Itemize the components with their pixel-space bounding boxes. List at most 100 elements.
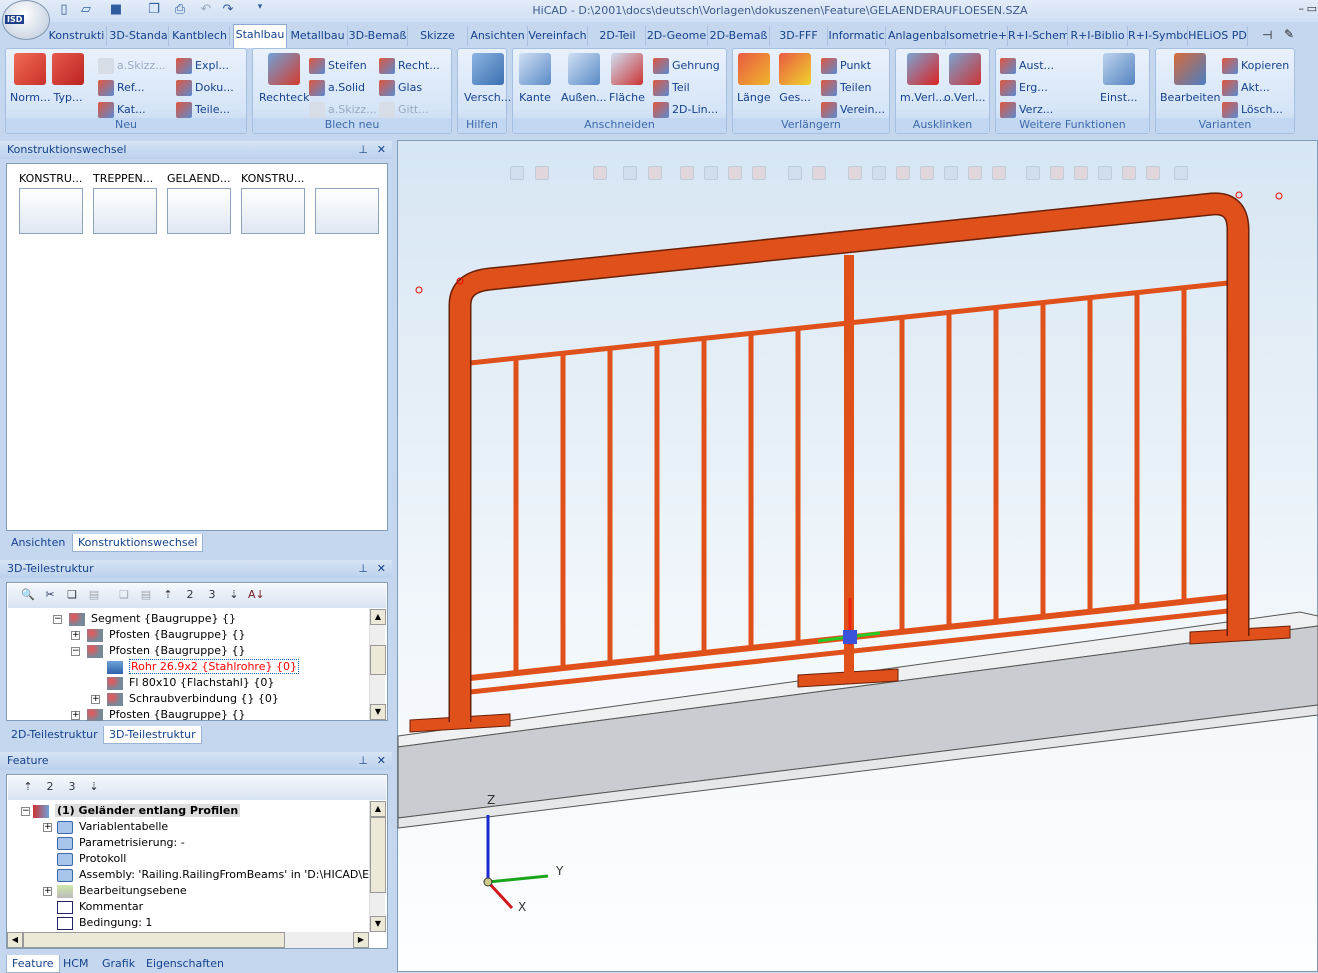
ribbon-button-anschneiden-2[interactable]: Fläche <box>609 53 645 104</box>
manipulator-handle[interactable] <box>843 630 857 644</box>
tab-grafik[interactable]: Grafik <box>97 955 140 973</box>
ribbon-small-button-varianten-0[interactable]: Kopieren <box>1222 58 1289 74</box>
ribbon-button-anschneiden-0[interactable]: Kante <box>519 53 551 104</box>
feature-node[interactable]: Bearbeitungsebene <box>57 883 187 899</box>
expand-all-icon[interactable]: ⇣ <box>86 780 102 796</box>
tab-3d-standa[interactable]: 3D-Standa <box>109 26 169 46</box>
tab-r-i-schem[interactable]: R+I-Schem <box>1008 26 1068 46</box>
ribbon-small-button-neu-3[interactable]: Expl... <box>176 58 229 74</box>
tab-konstrukti[interactable]: Konstrukti <box>47 26 107 46</box>
tree-scrollbar[interactable]: ▲ ▼ <box>369 609 386 720</box>
expand-toggle[interactable]: + <box>43 887 52 896</box>
tab-skizze[interactable]: Skizze <box>408 26 468 46</box>
minimize-button[interactable]: – <box>1299 2 1305 15</box>
tab-anlagenba[interactable]: Anlagenba <box>888 26 946 46</box>
tree-node[interactable]: Fl 80x10 {Flachstahl} {0} <box>107 675 274 691</box>
ribbon-button-verlaengern-1[interactable]: Ges... <box>779 53 811 104</box>
collapse-all-icon[interactable]: ⇡ <box>160 588 176 604</box>
scroll-thumb[interactable] <box>370 817 386 893</box>
tree-node[interactable]: Pfosten {Baugruppe} {} <box>87 627 245 643</box>
tab-eigenschaften[interactable]: Eigenschaften <box>141 955 229 973</box>
print-icon[interactable]: ⎙ <box>172 2 188 18</box>
ribbon-button-weitere-0[interactable]: Einst... <box>1100 53 1138 104</box>
scroll-up-button[interactable]: ▲ <box>370 801 386 817</box>
scene-thumbnail[interactable] <box>315 172 381 234</box>
scroll-right-button[interactable]: ▶ <box>353 932 369 948</box>
expand-toggle[interactable]: + <box>43 823 52 832</box>
feature-node[interactable]: Variablentabelle <box>57 819 168 835</box>
ribbon-small-button-blech-3[interactable]: Recht... <box>379 58 440 74</box>
expand-toggle[interactable]: − <box>53 615 62 624</box>
tab-2d-geome[interactable]: 2D-Geome <box>646 26 708 46</box>
collapse-all-icon[interactable]: ⇡ <box>20 780 36 796</box>
tree-node[interactable]: Schraubverbindung {} {0} <box>107 691 279 707</box>
level-3-icon[interactable]: 3 <box>204 588 220 604</box>
tab-r-i-symbo[interactable]: R+I-Symbo <box>1128 26 1188 46</box>
ribbon-small-button-weitere-2[interactable]: Verz... <box>1000 102 1053 118</box>
copy-special-icon[interactable]: ❏ <box>116 588 132 604</box>
tab-stahlbau[interactable]: Stahlbau <box>233 24 287 48</box>
window-icon[interactable]: ❐ <box>146 2 162 18</box>
expand-toggle[interactable]: + <box>71 631 80 640</box>
feature-node[interactable]: Parametrisierung: - <box>57 835 185 851</box>
ribbon-small-button-blech-2[interactable]: a.Skizz... <box>309 102 377 118</box>
tree-node[interactable]: Rohr 26.9x2 {Stahlrohre} {0} <box>107 659 299 675</box>
3d-viewport[interactable]: Z Y X <box>397 140 1318 972</box>
tab-vereinfach[interactable]: Vereinfach <box>528 26 588 46</box>
tab-feature[interactable]: Feature <box>6 955 60 973</box>
ribbon-small-button-neu-4[interactable]: Doku... <box>176 80 234 96</box>
ribbon-button-anschneiden-1[interactable]: Außen... <box>561 53 607 104</box>
tab-informatic[interactable]: Informatic <box>828 26 886 46</box>
tab-metallbau[interactable]: Metallbau <box>288 26 348 46</box>
tab-ansichten[interactable]: Ansichten <box>468 26 528 46</box>
scroll-down-button[interactable]: ▼ <box>370 916 386 932</box>
ribbon-small-button-neu-0[interactable]: a.Skizz... <box>98 58 166 74</box>
ribbon-small-button-blech-0[interactable]: Steifen <box>309 58 367 74</box>
feature-node[interactable]: Protokoll <box>57 851 126 867</box>
feature-node[interactable]: Bedingung: 1 <box>57 915 152 931</box>
tab-isometrie-[interactable]: Isometrie+ <box>946 26 1008 46</box>
undo-icon[interactable]: ↶ <box>198 2 214 18</box>
scene-thumbnail[interactable]: KONSTRU... <box>241 172 307 234</box>
close-icon[interactable]: ✕ <box>377 560 386 578</box>
tab-ansichten[interactable]: Ansichten <box>6 534 70 552</box>
ribbon-small-button-anschneiden-1[interactable]: Teil <box>653 80 690 96</box>
pin-icon[interactable]: ⊥ <box>358 752 368 770</box>
ribbon-button-verlaengern-0[interactable]: Länge <box>737 53 771 104</box>
scroll-thumb[interactable] <box>370 645 386 675</box>
ribbon-small-button-blech-4[interactable]: Glas <box>379 80 422 96</box>
open-folder-icon[interactable]: ▱ <box>78 2 94 18</box>
ribbon-small-button-neu-1[interactable]: Ref... <box>98 80 144 96</box>
tab-r-i-biblio[interactable]: R+I-Biblio <box>1068 26 1128 46</box>
tab-3d-teilestruktur[interactable]: 3D-Teilestruktur <box>103 726 202 744</box>
tab-kantblech[interactable]: Kantblech <box>170 26 230 46</box>
tree-node[interactable]: Pfosten {Baugruppe} {} <box>87 643 245 659</box>
tab-hcm[interactable]: HCM <box>58 955 93 973</box>
ribbon-button-ausklinken-0[interactable]: m.Verl... <box>900 53 946 104</box>
ribbon-small-button-neu-5[interactable]: Teile... <box>176 102 230 118</box>
ribbon-small-button-anschneiden-0[interactable]: Gehrung <box>653 58 720 74</box>
expand-toggle[interactable]: + <box>71 711 80 720</box>
railing-model[interactable] <box>397 140 1318 972</box>
feature-root[interactable]: (1) Geländer entlang Profilen <box>33 803 241 819</box>
expand-toggle[interactable]: + <box>91 695 100 704</box>
tab-3d-fff[interactable]: 3D-FFF <box>770 26 828 46</box>
level-3-icon[interactable]: 3 <box>64 780 80 796</box>
ribbon-small-button-varianten-1[interactable]: Akt... <box>1222 80 1270 96</box>
ribbon-small-button-varianten-2[interactable]: Lösch... <box>1222 102 1283 118</box>
redo-icon[interactable]: ↷ <box>220 2 236 18</box>
expand-toggle[interactable]: − <box>21 807 30 816</box>
ribbon-button-neu-1[interactable]: Typ... <box>52 53 84 104</box>
level-2-icon[interactable]: 2 <box>182 588 198 604</box>
ribbon-button-varianten-0[interactable]: Bearbeiten <box>1160 53 1220 104</box>
save-icon[interactable]: ■ <box>108 2 124 18</box>
paste-special-icon[interactable]: ▤ <box>138 588 154 604</box>
ribbon-small-button-blech-1[interactable]: a.Solid <box>309 80 365 96</box>
tab-3d-bema-[interactable]: 3D-Bemaß <box>348 26 408 46</box>
tab-2d-bema-[interactable]: 2D-Bemaß <box>708 26 770 46</box>
scene-thumbnail[interactable]: GELAEND... <box>167 172 233 234</box>
tab-2d-teil[interactable]: 2D-Teil <box>590 26 646 46</box>
ribbon-button-hilfen-0[interactable]: Versch... <box>464 53 511 104</box>
new-file-icon[interactable]: ▯ <box>56 2 72 18</box>
expand-all-icon[interactable]: ⇣ <box>226 588 242 604</box>
